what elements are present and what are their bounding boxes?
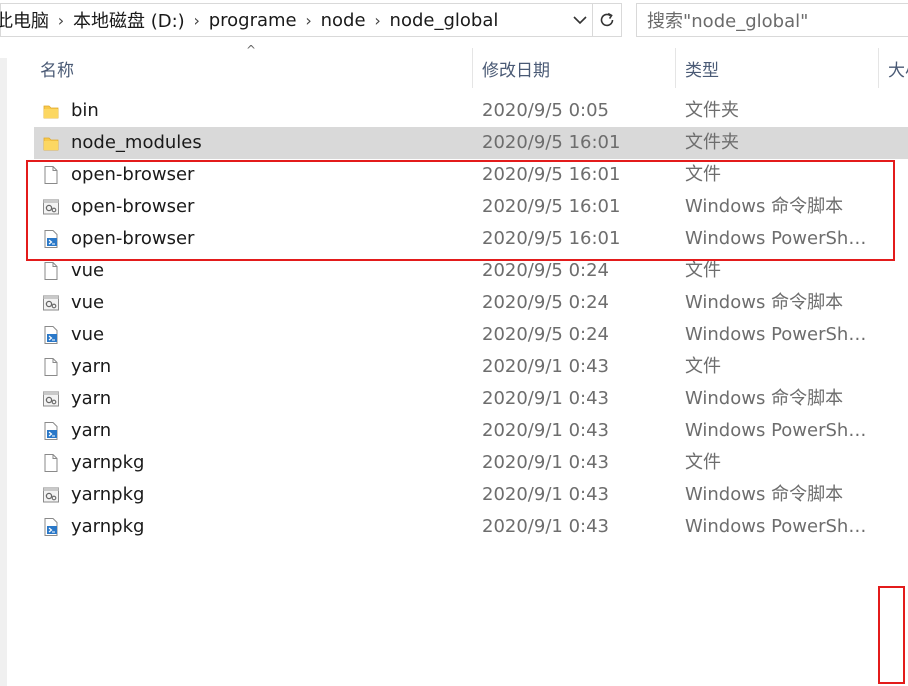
highlight-box bbox=[878, 586, 905, 684]
file-modified-date: 2020/9/5 0:24 bbox=[482, 292, 609, 313]
file-modified-date: 2020/9/5 0:24 bbox=[482, 324, 609, 345]
address-bar[interactable]: 此电脑 › 本地磁盘 (D:) › programe › node › node… bbox=[0, 3, 622, 37]
column-divider[interactable] bbox=[675, 48, 676, 88]
file-modified-date: 2020/9/1 0:43 bbox=[482, 516, 609, 537]
file-type: 文件夹 bbox=[685, 100, 739, 121]
file-name: vue bbox=[71, 260, 105, 281]
file-row[interactable]: node_modules 2020/9/5 16:01 文件夹 bbox=[34, 127, 908, 159]
breadcrumb-separator-icon[interactable]: › bbox=[301, 11, 317, 30]
file-name: yarn bbox=[71, 420, 112, 441]
file-name: yarnpkg bbox=[71, 452, 145, 473]
file-type: Windows 命令脚本 bbox=[685, 292, 844, 313]
powershell-icon bbox=[42, 229, 60, 249]
file-icon bbox=[42, 453, 60, 473]
file-icon bbox=[42, 357, 60, 377]
powershell-icon bbox=[42, 517, 60, 537]
file-type: 文件 bbox=[685, 164, 721, 185]
breadcrumb-separator-icon[interactable]: › bbox=[370, 11, 386, 30]
cmd-script-icon bbox=[42, 389, 60, 409]
file-type: 文件 bbox=[685, 260, 721, 281]
file-modified-date: 2020/9/5 16:01 bbox=[482, 228, 621, 249]
file-row[interactable]: vue 2020/9/5 0:24 Windows 命令脚本 bbox=[34, 287, 908, 319]
column-divider[interactable] bbox=[878, 48, 879, 88]
file-name: yarnpkg bbox=[71, 484, 145, 505]
file-name: yarnpkg bbox=[71, 516, 145, 537]
file-type: Windows 命令脚本 bbox=[685, 484, 844, 505]
column-divider[interactable] bbox=[472, 48, 473, 88]
search-input[interactable]: 搜索"node_global" bbox=[636, 3, 908, 37]
file-row[interactable]: yarnpkg 2020/9/1 0:43 Windows PowerShell 脚… bbox=[34, 511, 908, 543]
breadcrumb-drive-d[interactable]: 本地磁盘 (D:) bbox=[69, 7, 189, 33]
folder-icon bbox=[42, 101, 60, 121]
file-type: Windows PowerShell 脚本 bbox=[685, 324, 875, 345]
file-row[interactable]: vue 2020/9/5 0:24 文件 bbox=[34, 255, 908, 287]
file-modified-date: 2020/9/5 0:05 bbox=[482, 100, 609, 121]
file-modified-date: 2020/9/5 16:01 bbox=[482, 132, 621, 153]
file-name: open-browser bbox=[71, 196, 195, 217]
file-modified-date: 2020/9/1 0:43 bbox=[482, 452, 609, 473]
column-header-type[interactable]: 类型 bbox=[685, 48, 875, 88]
navigation-pane-edge[interactable] bbox=[0, 58, 7, 686]
file-name: bin bbox=[71, 100, 99, 121]
breadcrumb-node-global[interactable]: node_global bbox=[386, 10, 503, 31]
file-name: yarn bbox=[71, 388, 112, 409]
cmd-script-icon bbox=[42, 485, 60, 505]
file-icon bbox=[42, 165, 60, 185]
file-type: 文件夹 bbox=[685, 132, 739, 153]
file-row[interactable]: yarn 2020/9/1 0:43 文件 bbox=[34, 351, 908, 383]
powershell-icon bbox=[42, 325, 60, 345]
file-modified-date: 2020/9/5 0:24 bbox=[482, 260, 609, 281]
file-type: 文件 bbox=[685, 356, 721, 377]
file-type: Windows PowerShell 脚本 bbox=[685, 228, 875, 249]
file-row[interactable]: yarn 2020/9/1 0:43 Windows 命令脚本 bbox=[34, 383, 908, 415]
breadcrumb-separator-icon[interactable]: › bbox=[189, 11, 205, 30]
file-modified-date: 2020/9/1 0:43 bbox=[482, 484, 609, 505]
cmd-script-icon bbox=[42, 293, 60, 313]
refresh-icon[interactable] bbox=[592, 4, 621, 36]
cmd-script-icon bbox=[42, 197, 60, 217]
file-type: Windows 命令脚本 bbox=[685, 388, 844, 409]
file-icon bbox=[42, 261, 60, 281]
folder-icon bbox=[42, 133, 60, 153]
powershell-icon bbox=[42, 421, 60, 441]
file-type: Windows 命令脚本 bbox=[685, 196, 844, 217]
file-name: node_modules bbox=[71, 132, 202, 153]
search-placeholder: 搜索"node_global" bbox=[647, 11, 809, 32]
file-row[interactable]: open-browser 2020/9/5 16:01 文件 bbox=[34, 159, 908, 191]
file-name: yarn bbox=[71, 356, 112, 377]
column-header-size[interactable]: 大小 bbox=[888, 48, 908, 88]
breadcrumb-this-pc[interactable]: 此电脑 bbox=[0, 7, 53, 33]
file-modified-date: 2020/9/1 0:43 bbox=[482, 388, 609, 409]
file-name: open-browser bbox=[71, 164, 195, 185]
breadcrumb-node[interactable]: node bbox=[317, 10, 370, 31]
file-modified-date: 2020/9/5 16:01 bbox=[482, 164, 621, 185]
chevron-down-icon[interactable] bbox=[568, 4, 592, 36]
breadcrumb-programe[interactable]: programe bbox=[205, 10, 301, 31]
file-row[interactable]: open-browser 2020/9/5 16:01 Windows 命令脚本 bbox=[34, 191, 908, 223]
file-row[interactable]: yarnpkg 2020/9/1 0:43 文件 bbox=[34, 447, 908, 479]
file-row[interactable]: open-browser 2020/9/5 16:01 Windows PowerS… bbox=[34, 223, 908, 255]
column-header-size-label: 大小 bbox=[888, 60, 908, 81]
file-modified-date: 2020/9/5 16:01 bbox=[482, 196, 621, 217]
column-header-name[interactable]: 名称 bbox=[40, 48, 470, 88]
column-header-date[interactable]: 修改日期 bbox=[482, 48, 672, 88]
file-row[interactable]: vue 2020/9/5 0:24 Windows PowerShell 脚本 bbox=[34, 319, 908, 351]
file-type: Windows PowerShell 脚本 bbox=[685, 420, 875, 441]
file-modified-date: 2020/9/1 0:43 bbox=[482, 356, 609, 377]
column-header-name-label: 名称 bbox=[40, 60, 74, 81]
column-header-date-label: 修改日期 bbox=[482, 60, 550, 81]
column-header-type-label: 类型 bbox=[685, 60, 719, 81]
file-row[interactable]: yarn 2020/9/1 0:43 Windows PowerShell 脚本 bbox=[34, 415, 908, 447]
file-name: vue bbox=[71, 292, 105, 313]
file-modified-date: 2020/9/1 0:43 bbox=[482, 420, 609, 441]
file-type: Windows PowerShell 脚本 bbox=[685, 516, 875, 537]
file-name: open-browser bbox=[71, 228, 195, 249]
file-type: 文件 bbox=[685, 452, 721, 473]
breadcrumb-separator-icon[interactable]: › bbox=[53, 11, 69, 30]
file-row[interactable]: yarnpkg 2020/9/1 0:43 Windows 命令脚本 bbox=[34, 479, 908, 511]
file-row[interactable]: bin 2020/9/5 0:05 文件夹 bbox=[34, 95, 908, 127]
file-name: vue bbox=[71, 324, 105, 345]
